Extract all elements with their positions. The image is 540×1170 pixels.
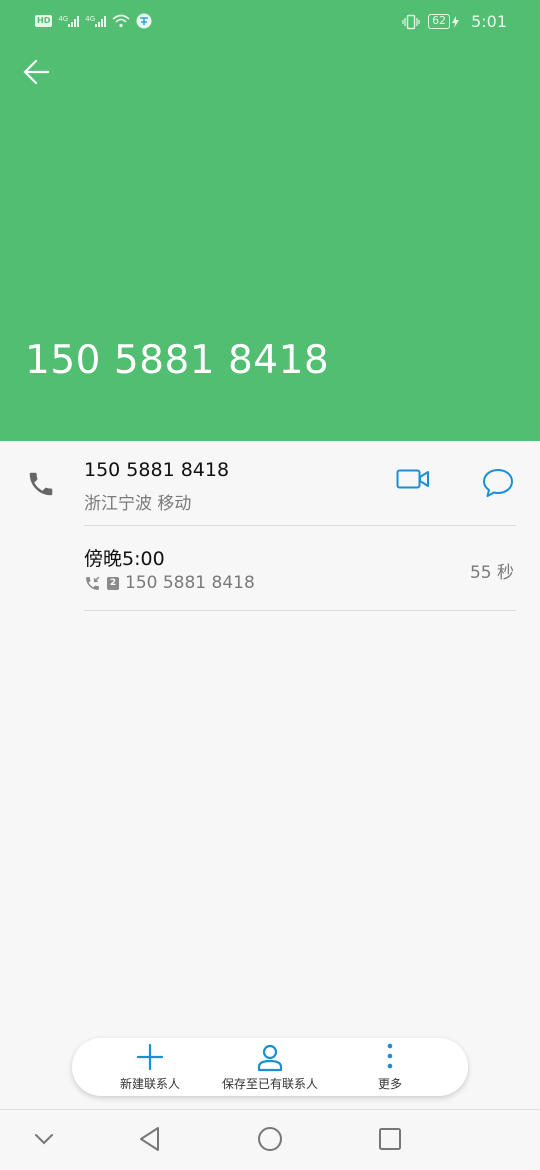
contact-number[interactable]: 150 5881 8418 <box>84 459 229 481</box>
sim-2-icon: 2 <box>107 576 119 590</box>
call-log-number: 150 5881 8418 <box>125 573 255 593</box>
video-call-button[interactable] <box>396 467 430 495</box>
hd-icon: HD <box>35 15 53 27</box>
signal-1: 4G <box>58 15 80 27</box>
signal-bars-icon <box>68 15 80 27</box>
triangle-back-icon <box>140 1127 159 1151</box>
signal-bars-icon <box>95 15 107 27</box>
navigation-bar <box>0 1109 540 1170</box>
save-to-existing-button[interactable]: 保存至已有联系人 <box>204 1038 336 1096</box>
call-log-time: 傍晚5:00 <box>84 548 165 570</box>
battery-indicator: 62 <box>428 14 460 29</box>
more-button[interactable]: 更多 <box>324 1038 456 1096</box>
divider <box>84 525 516 526</box>
call-duration: 55 秒 <box>469 563 514 583</box>
bottom-action-bar: 新建联系人 保存至已有联系人 更多 <box>72 1038 468 1096</box>
nav-back-button[interactable] <box>136 1124 164 1158</box>
nav-recents-button[interactable] <box>376 1124 404 1158</box>
more-vert-icon <box>387 1043 393 1069</box>
app-notification-icon <box>136 13 152 29</box>
battery-level: 62 <box>428 14 451 29</box>
incoming-call-icon <box>86 576 100 590</box>
message-button[interactable] <box>482 467 514 503</box>
status-bar: HD 4G 4G 62 5:01 <box>0 0 540 44</box>
vibrate-icon <box>402 14 420 29</box>
nav-home-button[interactable] <box>255 1124 285 1158</box>
divider <box>84 610 516 611</box>
nav-collapse-button[interactable] <box>32 1124 56 1158</box>
charging-icon <box>452 15 460 28</box>
status-time: 5:01 <box>471 12 507 31</box>
number-row[interactable] <box>0 441 540 526</box>
new-contact-button[interactable]: 新建联系人 <box>84 1038 216 1096</box>
person-icon <box>257 1044 283 1072</box>
wifi-icon <box>112 14 130 28</box>
save-to-existing-label: 保存至已有联系人 <box>221 1077 318 1091</box>
back-arrow-icon <box>23 59 50 85</box>
status-right: 62 5:01 <box>402 12 507 31</box>
video-call-icon <box>396 469 429 489</box>
plus-icon <box>136 1043 164 1071</box>
network-type-1: 4G <box>58 15 69 23</box>
phone-icon <box>29 472 53 496</box>
number-location: 浙江宁波 移动 <box>84 494 192 514</box>
new-contact-label: 新建联系人 <box>119 1077 180 1091</box>
circle-home-icon <box>258 1127 282 1151</box>
header-phone-number: 150 5881 8418 <box>25 338 330 383</box>
status-left: HD 4G 4G <box>35 13 152 29</box>
message-icon <box>483 469 513 497</box>
network-type-2: 4G <box>85 15 96 23</box>
chevron-down-icon <box>35 1134 53 1145</box>
signal-2: 4G <box>85 15 107 27</box>
more-label: 更多 <box>377 1077 402 1091</box>
back-button[interactable] <box>16 52 56 92</box>
header: HD 4G 4G 62 5:01 150 5881 8418 <box>0 0 540 441</box>
square-recents-icon <box>379 1128 401 1150</box>
call-log-detail: 2 150 5881 8418 <box>84 573 255 593</box>
